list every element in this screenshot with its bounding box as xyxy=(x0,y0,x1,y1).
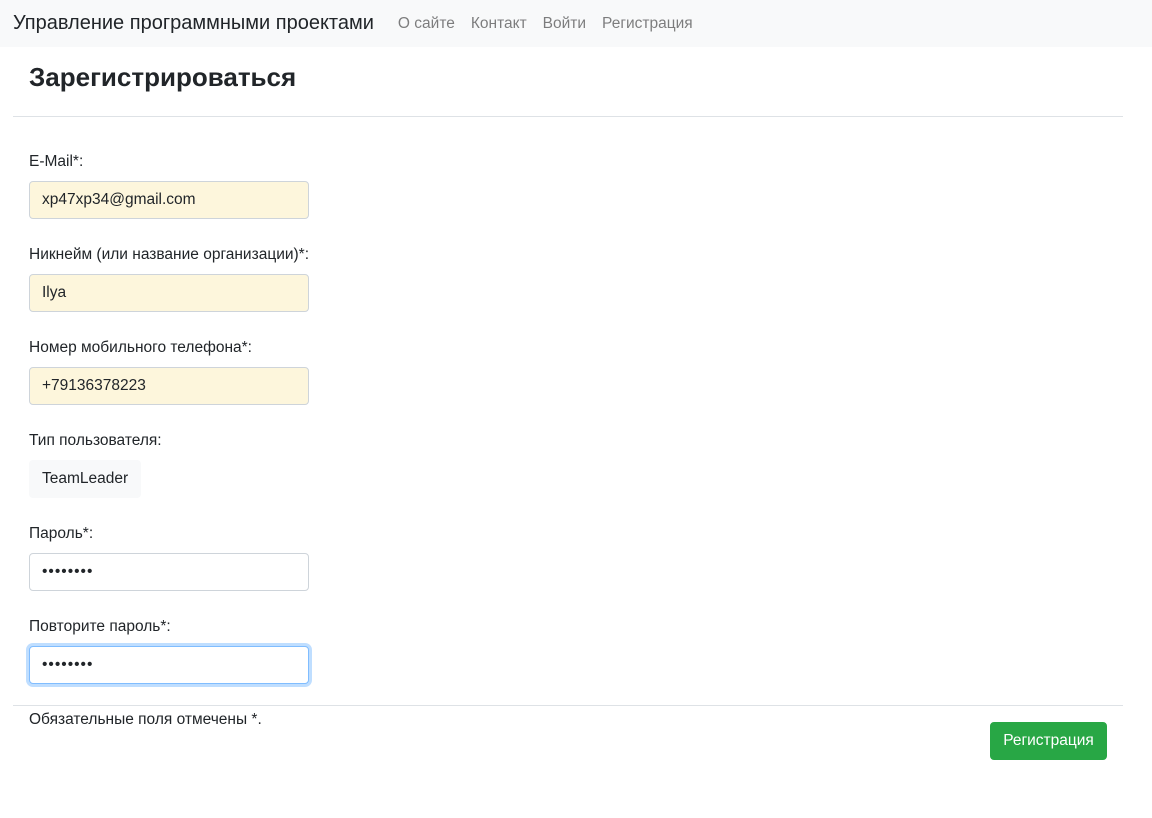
required-fields-note: Обязательные поля отмечены *. xyxy=(29,711,262,728)
nav-link-login[interactable]: Войти xyxy=(543,15,586,33)
footer-divider xyxy=(13,705,1123,706)
page-title: Зарегистрироваться xyxy=(29,62,297,92)
register-submit-button[interactable]: Регистрация xyxy=(990,722,1107,760)
phone-field[interactable] xyxy=(29,367,309,405)
phone-label: Номер мобильного телефона*: xyxy=(29,339,252,356)
password-repeat-field[interactable] xyxy=(29,646,309,684)
password-repeat-label: Повторите пароль*: xyxy=(29,618,171,635)
user-type-value: TeamLeader xyxy=(29,460,142,498)
nav-link-register[interactable]: Регистрация xyxy=(602,15,693,33)
nickname-field[interactable] xyxy=(29,274,309,312)
registration-form: E-Mail*: Никнейм (или название организац… xyxy=(29,150,629,732)
email-label: E-Mail*: xyxy=(29,153,84,170)
email-field[interactable] xyxy=(29,181,309,219)
navbar: Управление программными проектами О сайт… xyxy=(0,0,1152,47)
password-field[interactable] xyxy=(29,553,309,591)
user-type-label: Тип пользователя: xyxy=(29,432,162,449)
modal-header: Зарегистрироваться xyxy=(13,47,1123,117)
nav-link-about[interactable]: О сайте xyxy=(398,15,455,33)
nav-link-contact[interactable]: Контакт xyxy=(471,15,527,33)
nickname-label: Никнейм (или название организации)*: xyxy=(29,246,310,263)
password-label: Пароль*: xyxy=(29,525,94,542)
navbar-brand[interactable]: Управление программными проектами xyxy=(13,12,374,35)
